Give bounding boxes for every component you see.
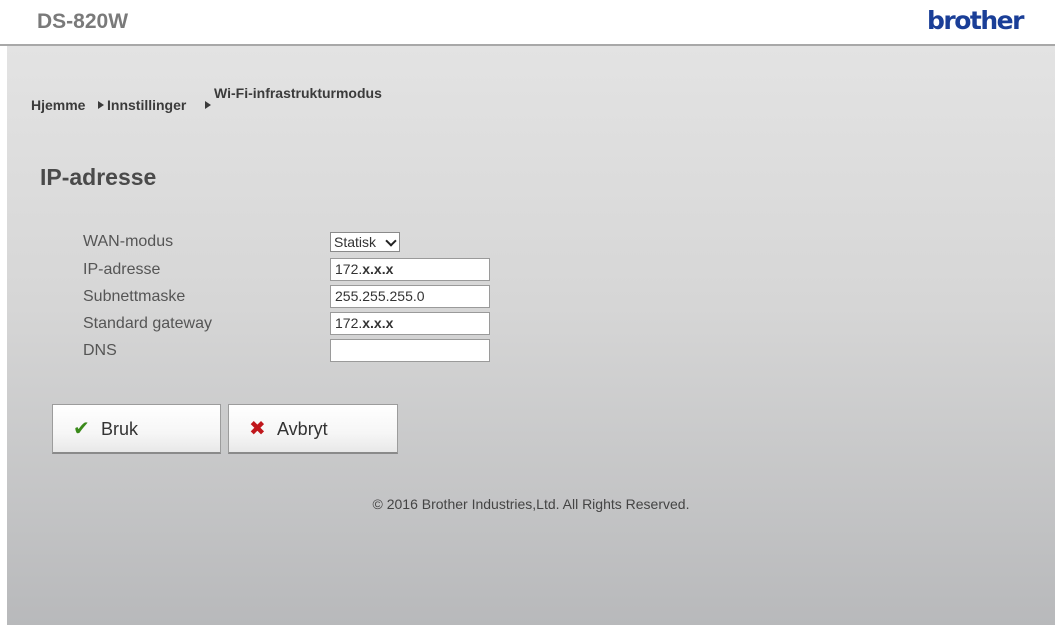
gateway-suffix: x.x.x [362, 315, 394, 331]
main-content: Hjemme Innstillinger Wi-Fi-infrastruktur… [7, 46, 1055, 625]
dns-label: DNS [83, 342, 117, 359]
apply-button-label: Bruk [101, 419, 139, 439]
breadcrumb-item-current: Wi-Fi-infrastrukturmodus [214, 85, 382, 101]
dns-input[interactable] [330, 339, 490, 362]
copyright-text: © 2016 Brother Industries,Ltd. All Right… [372, 496, 690, 512]
wan-mode-value: Statisk [334, 234, 377, 250]
check-icon: ✔ [73, 416, 90, 440]
ip-address-label: IP-adresse [83, 261, 161, 278]
page-title: IP-adresse [40, 164, 157, 190]
x-icon: ✖ [249, 416, 266, 440]
gateway-label: Standard gateway [83, 315, 212, 332]
ip-address-suffix: x.x.x [362, 261, 394, 277]
cancel-button-label: Avbryt [277, 419, 328, 439]
breadcrumb-item-home[interactable]: Hjemme [31, 97, 85, 113]
model-title: DS-820W [37, 10, 129, 33]
cancel-button[interactable]: ✖ Avbryt [228, 404, 398, 454]
header: DS-820W brother [0, 0, 1055, 44]
gateway-prefix: 172. [335, 315, 363, 331]
gateway-input[interactable]: 172.x.x.x [330, 312, 490, 335]
triangle-right-icon [98, 101, 104, 109]
subnet-mask-value: 255.255.255.0 [335, 288, 425, 304]
breadcrumb-item-settings[interactable]: Innstillinger [107, 97, 186, 113]
apply-button[interactable]: ✔ Bruk [52, 404, 221, 454]
ip-address-prefix: 172. [335, 261, 363, 277]
subnet-mask-label: Subnettmaske [83, 288, 186, 305]
wan-mode-label: WAN-modus [83, 233, 174, 250]
ip-address-input[interactable]: 172.x.x.x [330, 258, 490, 281]
wan-mode-select[interactable]: Statisk [330, 232, 400, 252]
brother-logo: brother [927, 6, 1024, 35]
triangle-right-icon [205, 101, 211, 109]
chevron-down-icon [385, 235, 397, 247]
subnet-mask-input[interactable]: 255.255.255.0 [330, 285, 490, 308]
